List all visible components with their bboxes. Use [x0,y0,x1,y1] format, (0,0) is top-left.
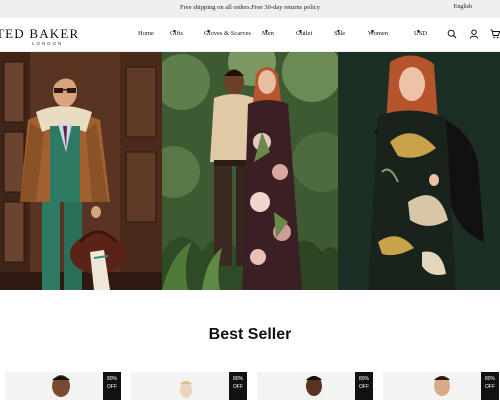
badge-percent: 80% [232,376,243,382]
product-card[interactable]: 80% OFF [257,372,373,400]
caret-down-icon: ▼ [206,30,211,35]
product-card[interactable]: 80% OFF [5,372,121,400]
discount-badge: 80% OFF [481,372,499,400]
caret-down-icon: ▼ [264,30,269,35]
badge-off: OFF [485,384,495,390]
cart-icon[interactable] [490,29,500,39]
product-image[interactable] [299,374,329,400]
discount-badge: 80% OFF [229,372,247,400]
main-header: TED BAKER LONDON Home Gifts ▼ Gloves & Sc… [0,18,500,52]
account-icon[interactable] [469,29,479,39]
caret-down-icon: ▼ [416,30,421,35]
logo-name: TED BAKER [0,26,80,41]
shipping-promo-text: Free shipping on all orders.Free 30-day … [179,4,321,11]
caret-down-icon: ▼ [172,30,177,35]
brand-logo[interactable]: TED BAKER LONDON [0,26,79,46]
product-card[interactable]: 80% OFF [131,372,247,400]
nav-label: Gloves & Scarves [204,30,251,37]
announcement-bar: Free shipping on all orders.Free 30-day … [0,0,500,18]
hero-image-womenswear[interactable] [338,52,500,290]
best-seller-heading: Best Seller [208,326,292,343]
product-image[interactable] [427,374,457,400]
badge-off: OFF [107,384,117,390]
nav-label: Home [138,30,154,37]
badge-percent: 80% [106,376,117,382]
caret-down-icon: ▼ [336,30,341,35]
discount-badge: 80% OFF [103,372,121,400]
badge-percent: 80% [484,376,495,382]
best-seller-grid: 80% OFF 80% OFF 80% OFF 80% OFF [0,372,500,400]
discount-badge: 80% OFF [355,372,373,400]
language-selector[interactable]: English [454,4,472,10]
badge-off: OFF [359,384,369,390]
product-image[interactable] [171,376,201,400]
hero-image-menswear[interactable] [0,52,162,290]
product-image[interactable] [41,374,81,400]
search-icon[interactable] [447,29,457,39]
badge-percent: 80% [358,376,369,382]
hero-image-couple[interactable] [162,52,338,290]
caret-down-icon: ▼ [370,30,375,35]
badge-off: OFF [233,384,243,390]
product-card[interactable]: 80% OFF [383,372,499,400]
hero-banner[interactable] [0,52,500,290]
caret-down-icon: ▼ [298,30,303,35]
